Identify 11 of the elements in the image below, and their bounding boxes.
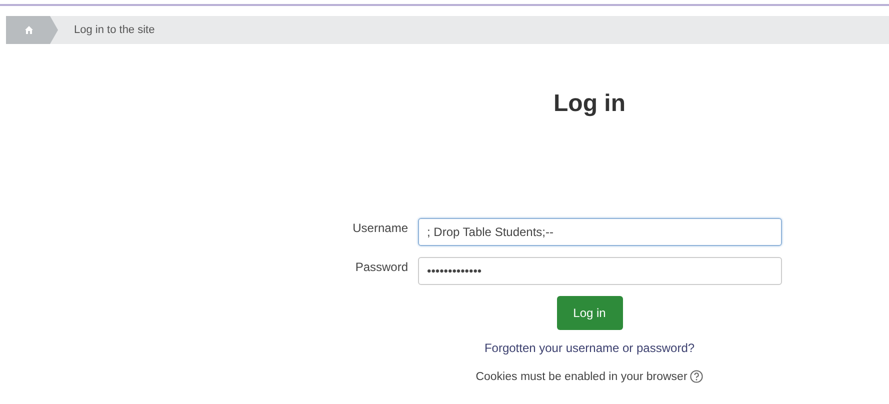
field-label: Password: [355, 260, 408, 274]
forgot-password-link[interactable]: Forgotten your username or password?: [484, 341, 695, 355]
page-title: Log in: [552, 90, 626, 118]
help-icon[interactable]: [690, 370, 704, 383]
input-field[interactable]: ; Drop Table Students;--: [418, 218, 782, 246]
home-icon: [25, 26, 33, 34]
field-label: Username: [352, 221, 408, 235]
breadcrumb-link[interactable]: Log in to the site: [74, 24, 155, 36]
login-button[interactable]: Log in: [556, 296, 622, 330]
input-field[interactable]: •••••••••••••: [418, 257, 782, 285]
cookies-note: Cookies must be enabled in your browser: [476, 370, 688, 382]
